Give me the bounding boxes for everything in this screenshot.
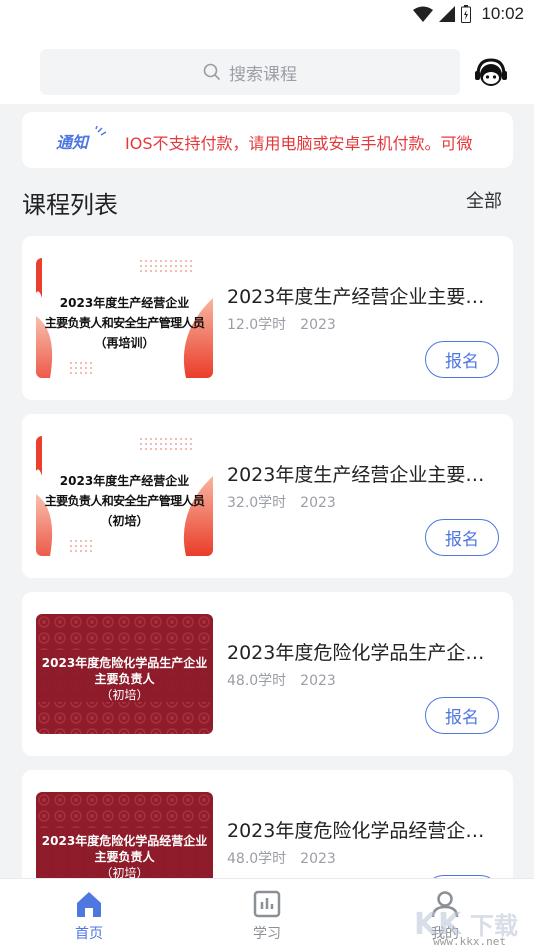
notice-banner[interactable]: 通知 IOS不支持付款，请用电脑或安卓手机付款。可微 [22, 112, 513, 168]
thumbnail-line: 2023年度生产经营企业 [59, 474, 190, 488]
course-title: 2023年度生产经营企业主要负责人和安全生产管理人员（再培训） [227, 286, 497, 308]
home-icon [77, 892, 101, 917]
thumbnail-line: 2023年度危险化学品经营企业 [41, 834, 208, 848]
thumbnail-line: （再培训） [94, 336, 155, 350]
watermark-url: www.kkx.net [433, 935, 506, 948]
course-hours: 48.0学时 [227, 673, 287, 689]
signup-button[interactable]: 报名 [425, 341, 499, 378]
course-meta: 48.0学时 2023 [227, 848, 336, 868]
search-placeholder: 搜索课程 [229, 64, 297, 85]
thumbnail-line: 主要负责人和安全生产管理人员 [44, 316, 205, 330]
course-year: 2023 [300, 495, 336, 511]
status-time: 10:02 [481, 4, 524, 23]
course-year: 2023 [300, 851, 336, 867]
customer-service-icon[interactable] [473, 55, 509, 91]
search-input[interactable]: 搜索课程 [40, 49, 460, 95]
course-hours: 48.0学时 [227, 851, 287, 867]
battery-icon [461, 5, 472, 23]
course-card[interactable]: 2023年度危险化学品生产企业 主要负责人 （初培） 2023年度危险化学品生产… [22, 592, 513, 756]
status-bar: 10:02 [0, 0, 534, 28]
course-meta: 32.0学时 2023 [227, 492, 336, 512]
thumbnail-line: 主要负责人 [94, 850, 155, 864]
thumbnail-line: 主要负责人 [94, 672, 155, 686]
tab-study-label: 学习 [253, 926, 281, 942]
view-all-link[interactable]: 全部 [466, 187, 502, 213]
study-icon [253, 890, 281, 918]
course-meta: 12.0学时 2023 [227, 314, 336, 334]
thumbnail-line: 2023年度生产经营企业 [59, 296, 190, 310]
course-year: 2023 [300, 317, 336, 333]
course-hours: 12.0学时 [227, 317, 287, 333]
course-title: 2023年度生产经营企业主要负责人和安全生产管理人员（初培） [227, 464, 497, 486]
tab-study[interactable]: 学习 [202, 879, 332, 950]
course-hours: 32.0学时 [227, 495, 287, 511]
course-title: 2023年度危险化学品经营企业主要负责人（初培） [227, 820, 497, 842]
thumbnail-line: 2023年度危险化学品生产企业 [41, 656, 208, 670]
thumbnail-line: （初培） [100, 688, 149, 702]
notice-badge: 通知 [56, 126, 107, 152]
course-meta: 48.0学时 2023 [227, 670, 336, 690]
course-year: 2023 [300, 673, 336, 689]
course-thumbnail: 2023年度危险化学品生产企业 主要负责人 （初培） [36, 614, 213, 734]
wifi-icon [413, 6, 434, 22]
course-title: 2023年度危险化学品生产企业主要负责人（初培） [227, 642, 497, 664]
course-card[interactable]: 2023年度生产经营企业 主要负责人和安全生产管理人员 （再培训） 2023年度… [22, 236, 513, 400]
search-icon [203, 63, 221, 81]
notice-text: IOS不支持付款，请用电脑或安卓手机付款。可微 [125, 134, 473, 153]
signup-button[interactable]: 报名 [425, 697, 499, 734]
thumbnail-line: （初培） [100, 514, 149, 528]
course-thumbnail: 2023年度生产经营企业 主要负责人和安全生产管理人员 （初培） [36, 436, 213, 556]
tab-home-label: 首页 [75, 926, 103, 942]
signal-icon [439, 6, 456, 22]
status-icons: 10:02 [413, 3, 524, 25]
section-title: 课程列表 [22, 191, 118, 219]
top-bar: 搜索课程 [0, 28, 534, 104]
signup-button[interactable]: 报名 [425, 519, 499, 556]
course-thumbnail: 2023年度生产经营企业 主要负责人和安全生产管理人员 （再培训） [36, 258, 213, 378]
thumbnail-line: 主要负责人和安全生产管理人员 [44, 494, 205, 508]
notice-badge-label: 通知 [56, 133, 90, 152]
tab-home[interactable]: 首页 [24, 879, 154, 950]
course-card[interactable]: 2023年度生产经营企业 主要负责人和安全生产管理人员 （初培） 2023年度生… [22, 414, 513, 578]
